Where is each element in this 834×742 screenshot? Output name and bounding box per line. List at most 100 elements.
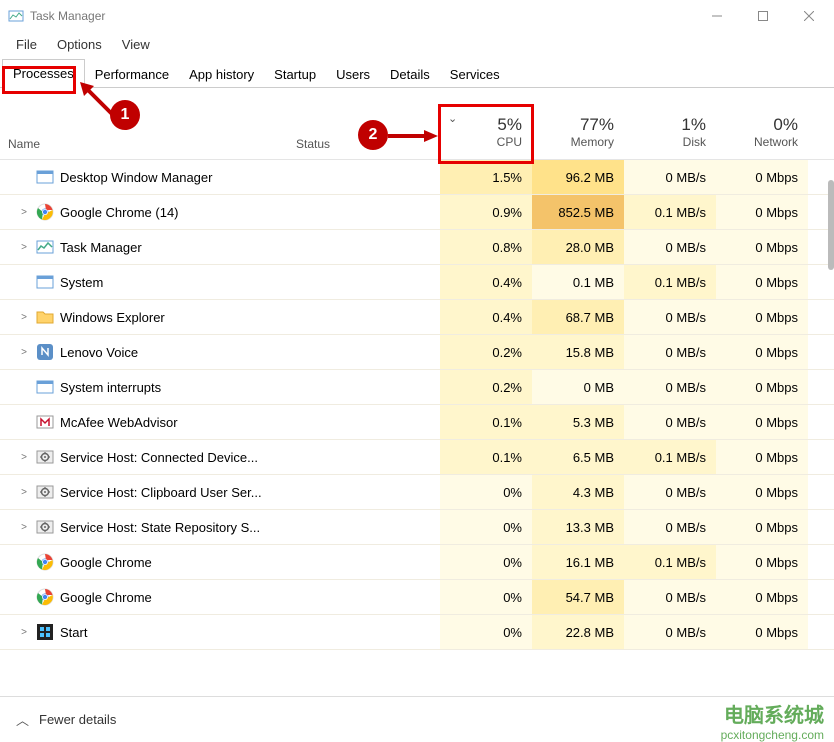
expand-caret-icon[interactable]: > — [18, 627, 30, 638]
process-row[interactable]: >Windows Explorer0.4%68.7 MB0 MB/s0 Mbps — [0, 300, 834, 335]
memory-cell: 68.7 MB — [532, 300, 624, 334]
disk-cell: 0 MB/s — [624, 475, 716, 509]
memory-cell: 15.8 MB — [532, 335, 624, 369]
network-cell: 0 Mbps — [716, 405, 808, 439]
memory-cell: 0 MB — [532, 370, 624, 404]
network-cell: 0 Mbps — [716, 510, 808, 544]
cpu-usage-pct: 5% — [497, 115, 522, 135]
fewer-details-link[interactable]: Fewer details — [39, 712, 116, 727]
process-row[interactable]: System0.4%0.1 MB0.1 MB/s0 Mbps — [0, 265, 834, 300]
process-name: Google Chrome — [60, 555, 152, 570]
process-name: Windows Explorer — [60, 310, 165, 325]
process-name: Service Host: Connected Device... — [60, 450, 258, 465]
header-disk[interactable]: 1% Disk — [624, 104, 716, 159]
process-name: McAfee WebAdvisor — [60, 415, 178, 430]
process-icon — [36, 588, 54, 606]
process-list: Desktop Window Manager1.5%96.2 MB0 MB/s0… — [0, 160, 834, 650]
expand-caret-icon[interactable]: > — [18, 207, 30, 218]
tab-bar: Processes Performance App history Startu… — [0, 58, 834, 88]
process-row[interactable]: McAfee WebAdvisor0.1%5.3 MB0 MB/s0 Mbps — [0, 405, 834, 440]
minimize-button[interactable] — [694, 1, 740, 31]
expand-caret-icon[interactable]: > — [18, 312, 30, 323]
scrollbar-thumb[interactable] — [828, 180, 834, 270]
process-icon — [36, 623, 54, 641]
expand-caret-icon[interactable]: > — [18, 452, 30, 463]
process-name: System — [60, 275, 103, 290]
process-row[interactable]: >Task Manager0.8%28.0 MB0 MB/s0 Mbps — [0, 230, 834, 265]
process-icon — [36, 518, 54, 536]
header-status[interactable]: Status — [296, 104, 356, 159]
disk-cell: 0.1 MB/s — [624, 195, 716, 229]
process-row[interactable]: Google Chrome0%16.1 MB0.1 MB/s0 Mbps — [0, 545, 834, 580]
window-title: Task Manager — [30, 9, 694, 23]
tab-details[interactable]: Details — [380, 61, 440, 88]
process-icon — [36, 448, 54, 466]
process-name: System interrupts — [60, 380, 161, 395]
cpu-cell: 0% — [440, 580, 532, 614]
expand-caret-icon[interactable]: > — [18, 242, 30, 253]
chevron-up-icon: ︿ — [16, 710, 29, 729]
process-row[interactable]: >Start0%22.8 MB0 MB/s0 Mbps — [0, 615, 834, 650]
disk-cell: 0 MB/s — [624, 370, 716, 404]
process-icon — [36, 553, 54, 571]
cpu-cell: 0.9% — [440, 195, 532, 229]
header-cpu[interactable]: ⌄ 5% CPU — [440, 104, 532, 159]
memory-cell: 16.1 MB — [532, 545, 624, 579]
menu-file[interactable]: File — [6, 35, 47, 54]
process-row[interactable]: >Google Chrome (14)0.9%852.5 MB0.1 MB/s0… — [0, 195, 834, 230]
process-row[interactable]: Google Chrome0%54.7 MB0 MB/s0 Mbps — [0, 580, 834, 615]
header-memory[interactable]: 77% Memory — [532, 104, 624, 159]
header-network[interactable]: 0% Network — [716, 104, 808, 159]
tab-services[interactable]: Services — [440, 61, 510, 88]
memory-cell: 852.5 MB — [532, 195, 624, 229]
memory-cell: 13.3 MB — [532, 510, 624, 544]
cpu-cell: 0.1% — [440, 440, 532, 474]
menu-options[interactable]: Options — [47, 35, 112, 54]
memory-cell: 6.5 MB — [532, 440, 624, 474]
expand-caret-icon[interactable]: > — [18, 347, 30, 358]
cpu-cell: 1.5% — [440, 160, 532, 194]
cpu-cell: 0.8% — [440, 230, 532, 264]
expand-caret-icon[interactable]: > — [18, 522, 30, 533]
watermark: 电脑系统城 pcxitongcheng.com — [721, 699, 824, 742]
process-icon — [36, 203, 54, 221]
process-row[interactable]: > Service Host: Connected Device... 0.1%6.… — [0, 440, 834, 475]
annotation-arrow-2 — [388, 126, 438, 146]
process-row[interactable]: System interrupts0.2%0 MB0 MB/s0 Mbps — [0, 370, 834, 405]
network-cell: 0 Mbps — [716, 300, 808, 334]
process-row[interactable]: >Service Host: State Repository S...0%13… — [0, 510, 834, 545]
network-cell: 0 Mbps — [716, 160, 808, 194]
process-row[interactable]: Desktop Window Manager1.5%96.2 MB0 MB/s0… — [0, 160, 834, 195]
network-label: Network — [754, 135, 798, 149]
title-bar: Task Manager — [0, 0, 834, 32]
process-row[interactable]: >Lenovo Voice0.2%15.8 MB0 MB/s0 Mbps — [0, 335, 834, 370]
process-name: Lenovo Voice — [60, 345, 138, 360]
network-cell: 0 Mbps — [716, 265, 808, 299]
process-icon — [36, 308, 54, 326]
footer: ︿ Fewer details — [0, 696, 834, 742]
memory-cell: 5.3 MB — [532, 405, 624, 439]
close-button[interactable] — [786, 1, 832, 31]
app-icon — [8, 8, 24, 24]
tab-startup[interactable]: Startup — [264, 61, 326, 88]
cpu-cell: 0% — [440, 615, 532, 649]
tab-processes[interactable]: Processes — [2, 59, 85, 88]
menu-view[interactable]: View — [112, 35, 160, 54]
disk-cell: 0.1 MB/s — [624, 440, 716, 474]
process-icon — [36, 238, 54, 256]
network-cell: 0 Mbps — [716, 475, 808, 509]
network-usage-pct: 0% — [773, 115, 798, 135]
process-row[interactable]: >Service Host: Clipboard User Ser...0%4.… — [0, 475, 834, 510]
tab-app-history[interactable]: App history — [179, 61, 264, 88]
cpu-cell: 0% — [440, 545, 532, 579]
network-cell: 0 Mbps — [716, 545, 808, 579]
tab-users[interactable]: Users — [326, 61, 380, 88]
disk-cell: 0.1 MB/s — [624, 265, 716, 299]
maximize-button[interactable] — [740, 1, 786, 31]
expand-caret-icon[interactable]: > — [18, 487, 30, 498]
network-cell: 0 Mbps — [716, 580, 808, 614]
cpu-cell: 0.2% — [440, 370, 532, 404]
network-cell: 0 Mbps — [716, 615, 808, 649]
header-name[interactable]: Name — [0, 104, 296, 159]
process-icon — [36, 168, 54, 186]
